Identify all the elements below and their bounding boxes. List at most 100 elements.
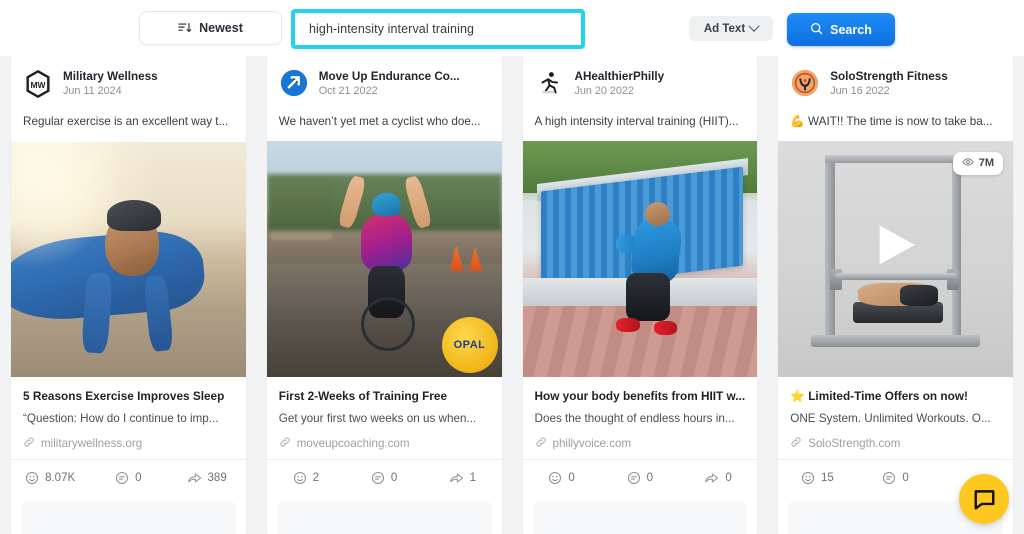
ad-caption: We haven’t yet met a cyclist who doe... <box>278 114 481 128</box>
comment-icon <box>883 472 896 485</box>
share-icon <box>449 473 463 483</box>
brand-info: AHealthierPhilly Jun 20 2022 <box>575 70 665 97</box>
post-date: Jun 20 2022 <box>574 84 634 97</box>
ad-card[interactable]: AHealthierPhilly Jun 20 2022 A high inte… <box>522 56 758 534</box>
ad-card-header: MW Military Wellness Jun 11 2024 <box>11 56 246 101</box>
reaction-count[interactable]: 15 <box>778 471 856 485</box>
reaction-count[interactable]: 0 <box>523 471 601 485</box>
link-icon <box>279 436 291 451</box>
ad-title: 5 Reasons Exercise Improves Sleep <box>23 388 225 403</box>
ad-title: How your body benefits from HIIT w... <box>534 389 746 404</box>
ad-text-filter-dropdown[interactable]: Ad Text <box>689 16 773 41</box>
ad-results-grid: MW Military Wellness Jun 11 2024 Regular… <box>0 56 1024 534</box>
search-button-label: Search <box>830 22 872 37</box>
engagement-stats: 8.07K 0 389 <box>11 460 246 495</box>
ad-media-image[interactable] <box>11 141 246 377</box>
ad-card[interactable]: MW Military Wellness Jun 11 2024 Regular… <box>11 56 246 534</box>
search-icon <box>810 22 823 38</box>
avatar: MW <box>23 68 53 99</box>
running-person-logo <box>541 72 558 94</box>
ad-card-header: SoloStrength Fitness Jun 16 2022 <box>778 56 1013 101</box>
brand-info: SoloStrength Fitness Jun 16 2022 <box>830 70 948 97</box>
chat-widget-button[interactable] <box>959 474 1009 524</box>
svg-text:MW: MW <box>31 79 46 89</box>
ad-description: Get your first two weeks on us when... <box>278 412 477 426</box>
chat-bubble-icon <box>974 489 994 510</box>
ad-info: 5 Reasons Exercise Improves Sleep “Quest… <box>11 377 246 459</box>
reaction-icon <box>26 471 39 484</box>
engagement-stats: 2 0 1 <box>267 460 502 495</box>
reaction-count-value: 2 <box>312 472 320 485</box>
ad-media-image[interactable]: OPAL <box>266 140 502 378</box>
card-action-bar[interactable] <box>276 501 492 534</box>
link-icon <box>23 436 35 451</box>
ad-description: Does the thought of endless hours in... <box>534 412 735 426</box>
ad-title: First 2-Weeks of Training Free <box>278 389 448 404</box>
search-field-highlight <box>291 9 585 49</box>
brand-name: SoloStrength Fitness <box>830 69 948 83</box>
ad-url[interactable]: moveupcoaching.com <box>279 436 490 451</box>
ad-card[interactable]: SoloStrength Fitness Jun 16 2022 💪 WAIT!… <box>778 56 1013 534</box>
comment-count[interactable]: 0 <box>601 471 679 485</box>
reaction-count-value: 0 <box>568 472 575 485</box>
card-action-bar[interactable] <box>532 501 748 534</box>
ad-media-video[interactable]: 7M <box>778 140 1013 378</box>
ad-url-text: SoloStrength.com <box>808 437 901 451</box>
reaction-count-value: 15 <box>820 472 834 485</box>
ad-media-image[interactable] <box>522 140 758 378</box>
engagement-stats: 0 0 0 <box>523 460 758 495</box>
comment-count-value: 0 <box>135 471 142 484</box>
comment-count[interactable]: 0 <box>345 471 423 485</box>
ad-url[interactable]: SoloStrength.com <box>790 436 1001 451</box>
share-count[interactable]: 389 <box>168 471 246 485</box>
reaction-count-value: 8.07K <box>45 471 76 484</box>
ad-url-text: phillyvoice.com <box>552 437 632 451</box>
chevron-down-icon <box>748 20 760 32</box>
comment-count-value: 0 <box>390 472 398 485</box>
ad-title: ⭐ Limited-Time Offers on now! <box>790 389 968 404</box>
reaction-count[interactable]: 8.07K <box>11 471 89 485</box>
ad-card[interactable]: Move Up Endurance Co... Oct 21 2022 We h… <box>266 56 502 534</box>
link-icon <box>790 436 802 451</box>
comment-icon <box>627 472 640 485</box>
avatar <box>535 68 565 98</box>
search-toolbar: Newest Ad Text Search <box>0 0 1024 56</box>
search-button[interactable]: Search <box>787 13 895 46</box>
comment-icon <box>371 472 384 485</box>
ad-description: “Question: How do I continue to imp... <box>23 411 219 425</box>
ad-url[interactable]: militarywellness.org <box>23 436 234 451</box>
sort-label: Newest <box>199 21 243 35</box>
eye-icon <box>962 156 974 171</box>
avatar <box>790 68 820 98</box>
search-input[interactable] <box>295 13 581 45</box>
brand-info: Move Up Endurance Co... Oct 21 2022 <box>319 70 460 97</box>
link-icon <box>535 436 547 451</box>
ad-info: ⭐ Limited-Time Offers on now! ONE System… <box>778 377 1013 459</box>
post-date: Oct 21 2022 <box>318 84 378 97</box>
ad-caption: 💪 WAIT!! The time is now to take ba... <box>790 114 993 128</box>
comment-count-value: 0 <box>646 472 654 485</box>
share-count[interactable]: 1 <box>423 471 501 485</box>
comment-count[interactable]: 0 <box>857 471 935 485</box>
ad-card-header: AHealthierPhilly Jun 20 2022 <box>523 56 758 101</box>
card-action-bar[interactable] <box>21 500 236 534</box>
comment-icon <box>116 471 129 484</box>
sort-dropdown-button[interactable]: Newest <box>139 11 282 45</box>
share-count-value: 0 <box>725 472 732 485</box>
media-watermark: OPAL <box>441 317 498 374</box>
share-count-value: 389 <box>207 471 227 484</box>
reaction-icon <box>549 472 562 485</box>
app-root: Newest Ad Text Search <box>0 0 1024 534</box>
ad-info: How your body benefits from HIIT w... Do… <box>523 377 758 459</box>
ad-url[interactable]: phillyvoice.com <box>535 436 746 451</box>
military-wellness-logo: MW <box>26 69 50 98</box>
reaction-count[interactable]: 2 <box>267 471 345 485</box>
brand-name: AHealthierPhilly <box>574 69 665 83</box>
share-count-value: 1 <box>469 472 477 485</box>
brand-name: Military Wellness <box>63 70 158 84</box>
share-count[interactable]: 0 <box>679 471 757 485</box>
comment-count-value: 0 <box>902 472 909 485</box>
move-up-arrow-logo <box>280 70 307 97</box>
comment-count[interactable]: 0 <box>89 471 167 485</box>
ad-url-text: militarywellness.org <box>41 436 143 450</box>
